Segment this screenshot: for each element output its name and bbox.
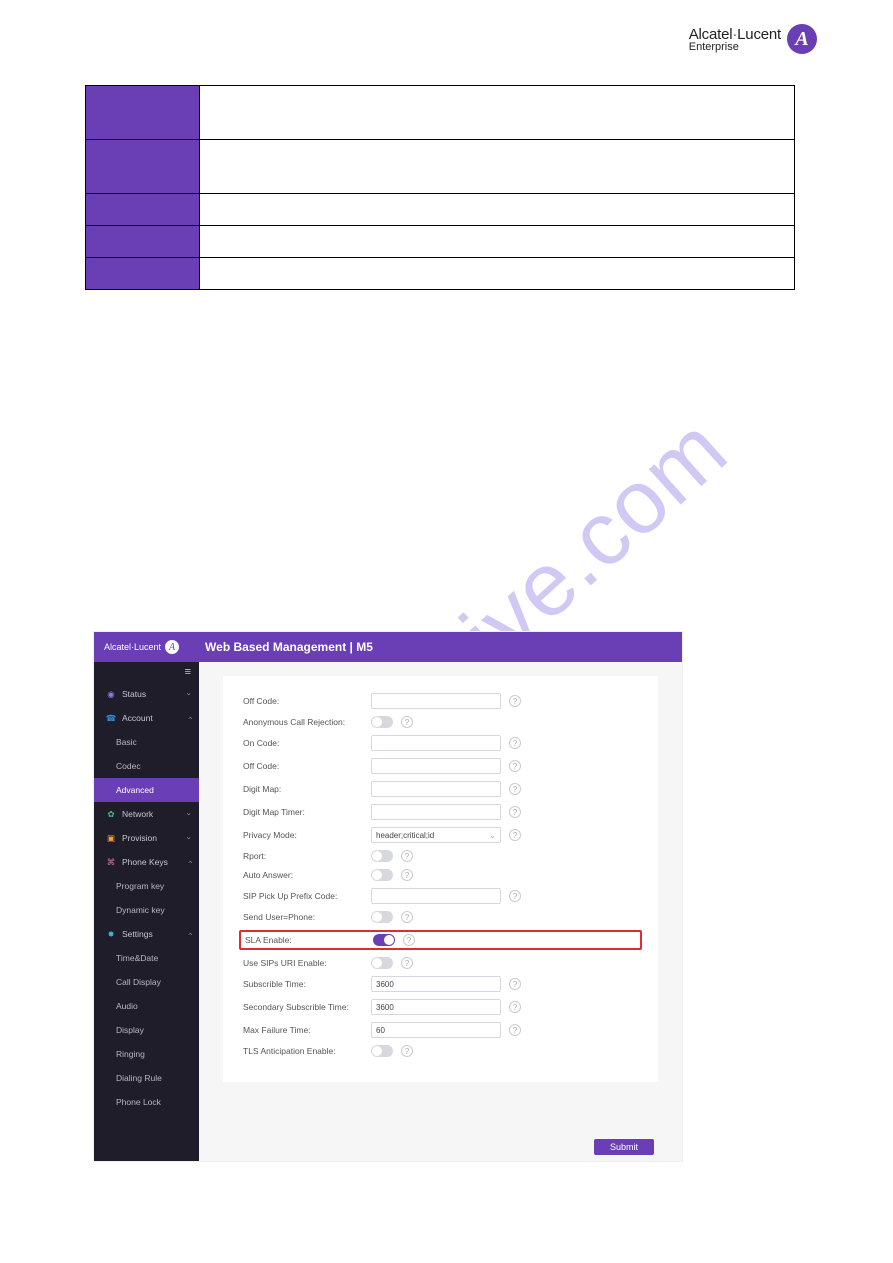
toggle-anonrej[interactable]	[371, 716, 393, 728]
shot-header: Alcatel·Lucent A Web Based Management | …	[94, 632, 682, 662]
toggle-tlsant[interactable]	[371, 1045, 393, 1057]
toggle-sipsuri[interactable]	[371, 957, 393, 969]
input-secsubtime[interactable]	[371, 999, 501, 1015]
label-senduserphone: Send User=Phone:	[243, 912, 363, 922]
label-digitmap: Digit Map:	[243, 784, 363, 794]
toggle-sla[interactable]	[373, 934, 395, 946]
label-offcode: Off Code:	[243, 696, 363, 706]
brand-logo: Alcatel·Lucent Enterprise A	[689, 24, 817, 54]
highlight-sla: SLA Enable:?	[239, 930, 642, 950]
ref-val-3	[200, 226, 795, 258]
input-offcode[interactable]	[371, 693, 501, 709]
sidebar-item-status[interactable]: ◉Status	[94, 682, 199, 706]
label-sla: SLA Enable:	[245, 935, 365, 945]
reference-table	[85, 85, 795, 290]
ref-val-2	[200, 194, 795, 226]
help-icon[interactable]: ?	[401, 850, 413, 862]
help-icon[interactable]: ?	[509, 1001, 521, 1013]
help-icon[interactable]: ?	[401, 957, 413, 969]
label-digitmaptimer: Digit Map Timer:	[243, 807, 363, 817]
help-icon[interactable]: ?	[401, 716, 413, 728]
status-icon: ◉	[106, 689, 116, 699]
toggle-rport[interactable]	[371, 850, 393, 862]
phone-icon: ☎	[106, 713, 116, 723]
input-subtime[interactable]	[371, 976, 501, 992]
sidebar-item-display[interactable]: Display	[94, 1018, 199, 1042]
sidebar-item-phonekeys[interactable]: ⌘Phone Keys	[94, 850, 199, 874]
help-icon[interactable]: ?	[401, 869, 413, 881]
label-secsubtime: Secondary Subscrible Time:	[243, 1002, 363, 1012]
sidebar-item-ringing[interactable]: Ringing	[94, 1042, 199, 1066]
input-oncode[interactable]	[371, 735, 501, 751]
ref-val-4	[200, 258, 795, 290]
sidebar-item-network[interactable]: ✿Network	[94, 802, 199, 826]
hamburger-icon[interactable]: ≡	[94, 662, 199, 682]
management-screenshot: Alcatel·Lucent A Web Based Management | …	[94, 632, 682, 1161]
help-icon[interactable]: ?	[509, 783, 521, 795]
input-maxfailure[interactable]	[371, 1022, 501, 1038]
network-icon: ✿	[106, 809, 116, 819]
help-icon[interactable]: ?	[509, 695, 521, 707]
sidebar-item-dialingrule[interactable]: Dialing Rule	[94, 1066, 199, 1090]
toggle-senduserphone[interactable]	[371, 911, 393, 923]
brand-badge-icon: A	[787, 24, 817, 54]
label-subtime: Subscrible Time:	[243, 979, 363, 989]
form-pane: Off Code:? Anonymous Call Rejection:? On…	[199, 662, 682, 1161]
label-oncode: On Code:	[243, 738, 363, 748]
ref-val-1	[200, 140, 795, 194]
label-privacy: Privacy Mode:	[243, 830, 363, 840]
sidebar-item-dynamickey[interactable]: Dynamic key	[94, 898, 199, 922]
shot-logo: Alcatel·Lucent A	[104, 640, 179, 654]
input-offcode2[interactable]	[371, 758, 501, 774]
label-tlsant: TLS Anticipation Enable:	[243, 1046, 363, 1056]
input-digitmaptimer[interactable]	[371, 804, 501, 820]
ref-head-1	[86, 140, 200, 194]
ref-head-4	[86, 258, 200, 290]
sidebar-item-programkey[interactable]: Program key	[94, 874, 199, 898]
help-icon[interactable]: ?	[509, 890, 521, 902]
toggle-autoanswer[interactable]	[371, 869, 393, 881]
sidebar: ≡ ◉Status ☎Account Basic Codec Advanced …	[94, 662, 199, 1161]
shot-logo-badge-icon: A	[165, 640, 179, 654]
label-offcode2: Off Code:	[243, 761, 363, 771]
sidebar-item-codec[interactable]: Codec	[94, 754, 199, 778]
keys-icon: ⌘	[106, 857, 116, 867]
sidebar-item-provision[interactable]: ▣Provision	[94, 826, 199, 850]
label-maxfailure: Max Failure Time:	[243, 1025, 363, 1035]
help-icon[interactable]: ?	[509, 829, 521, 841]
brand-sub: Enterprise	[689, 41, 781, 53]
select-privacy[interactable]: header;critical;id	[371, 827, 501, 843]
help-icon[interactable]: ?	[509, 1024, 521, 1036]
sidebar-item-basic[interactable]: Basic	[94, 730, 199, 754]
label-autoanswer: Auto Answer:	[243, 870, 363, 880]
sidebar-item-calldisplay[interactable]: Call Display	[94, 970, 199, 994]
ref-head-2	[86, 194, 200, 226]
help-icon[interactable]: ?	[403, 934, 415, 946]
sidebar-item-timedate[interactable]: Time&Date	[94, 946, 199, 970]
input-sippick[interactable]	[371, 888, 501, 904]
sidebar-item-phonelock[interactable]: Phone Lock	[94, 1090, 199, 1114]
sidebar-item-advanced[interactable]: Advanced	[94, 778, 199, 802]
ref-head-3	[86, 226, 200, 258]
help-icon[interactable]: ?	[509, 737, 521, 749]
sidebar-item-settings[interactable]: ✸Settings	[94, 922, 199, 946]
sidebar-item-audio[interactable]: Audio	[94, 994, 199, 1018]
provision-icon: ▣	[106, 833, 116, 843]
ref-head-0	[86, 86, 200, 140]
label-anonrej: Anonymous Call Rejection:	[243, 717, 363, 727]
help-icon[interactable]: ?	[509, 978, 521, 990]
input-digitmap[interactable]	[371, 781, 501, 797]
gear-icon: ✸	[106, 929, 116, 939]
shot-title: Web Based Management | M5	[205, 640, 373, 654]
help-icon[interactable]: ?	[401, 1045, 413, 1057]
label-sippick: SIP Pick Up Prefix Code:	[243, 891, 363, 901]
label-rport: Rport:	[243, 851, 363, 861]
label-sipsuri: Use SIPs URI Enable:	[243, 958, 363, 968]
submit-button[interactable]: Submit	[594, 1139, 654, 1155]
ref-val-0	[200, 86, 795, 140]
help-icon[interactable]: ?	[401, 911, 413, 923]
sidebar-item-account[interactable]: ☎Account	[94, 706, 199, 730]
help-icon[interactable]: ?	[509, 806, 521, 818]
help-icon[interactable]: ?	[509, 760, 521, 772]
